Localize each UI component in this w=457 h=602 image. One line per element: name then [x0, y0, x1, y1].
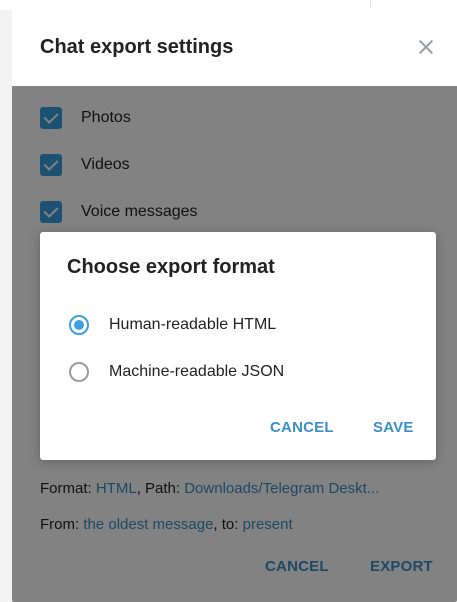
export-format-modal: Choose export format Human-readable HTML… [40, 232, 436, 460]
checkbox-label: Voice messages [81, 203, 198, 220]
from-prefix: From: [40, 516, 84, 533]
radio-label: Machine-readable JSON [109, 363, 285, 380]
cancel-button[interactable]: CANCEL [265, 558, 329, 575]
path-prefix: , Path: [136, 480, 185, 497]
dialog-header: Chat export settings [12, 8, 457, 86]
date-range-line: From: the oldest message, to: present [40, 516, 293, 533]
radio-json[interactable]: Machine-readable JSON [69, 359, 284, 385]
radio-label: Human-readable HTML [109, 316, 277, 333]
modal-title: Choose export format [67, 256, 275, 278]
app-window: Chat export settings Photos Videos Voice… [0, 0, 457, 602]
radio-selected-icon[interactable] [69, 315, 89, 335]
to-link[interactable]: present [243, 516, 293, 533]
path-link[interactable]: Downloads/Telegram Deskt... [184, 480, 379, 497]
format-prefix: Format: [40, 480, 96, 497]
checkbox-videos[interactable]: Videos [40, 153, 130, 177]
from-link[interactable]: the oldest message [83, 516, 213, 533]
export-button[interactable]: EXPORT [370, 558, 433, 575]
modal-save-button[interactable]: SAVE [373, 419, 414, 436]
format-link[interactable]: HTML [96, 480, 137, 497]
radio-unselected-icon[interactable] [69, 362, 89, 382]
radio-html[interactable]: Human-readable HTML [69, 312, 276, 338]
checkmark-icon[interactable] [40, 107, 62, 129]
checkmark-icon[interactable] [40, 154, 62, 176]
checkmark-icon[interactable] [40, 201, 62, 223]
to-prefix: , to: [213, 516, 243, 533]
checkbox-label: Photos [81, 109, 131, 126]
modal-cancel-button[interactable]: CANCEL [270, 419, 334, 436]
checkbox-photos[interactable]: Photos [40, 106, 131, 130]
dialog-title: Chat export settings [40, 36, 234, 58]
close-icon[interactable] [417, 38, 435, 56]
checkbox-voice-messages[interactable]: Voice messages [40, 200, 198, 224]
checkbox-label: Videos [81, 156, 130, 173]
format-path-line: Format: HTML, Path: Downloads/Telegram D… [40, 480, 379, 497]
